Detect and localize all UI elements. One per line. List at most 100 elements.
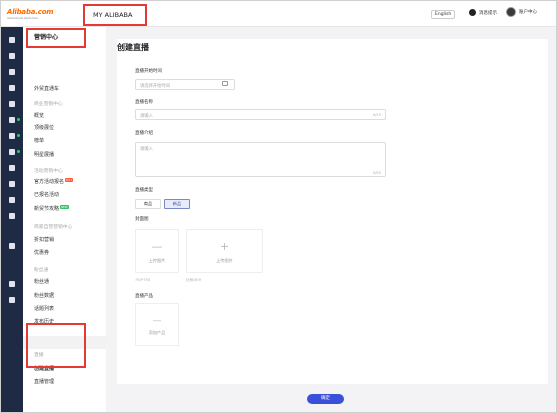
messages-label: 消息提示 — [479, 10, 497, 16]
sidebar-item-label: 明星展播 — [34, 152, 55, 158]
page-title: 创建直播 — [117, 43, 149, 52]
status-dot-icon — [17, 118, 20, 121]
start-time-label: 直播开始时间 — [135, 69, 162, 74]
add-product-button[interactable]: — 添加产品 — [135, 303, 179, 346]
sidebar-item-label: 商家自营营销中心 — [34, 225, 73, 230]
app-title[interactable]: MY ALIBABA — [83, 4, 147, 26]
type-option-product[interactable]: 商品 — [135, 199, 161, 209]
sidebar-item-label: 商业营销中心 — [34, 102, 63, 107]
settings-icon[interactable] — [9, 213, 15, 219]
minus-icon: — — [152, 316, 162, 326]
message-icon[interactable] — [9, 101, 15, 107]
sidebar-item-label: 已报名活动 — [34, 192, 60, 198]
user-label: 账户中心 — [519, 10, 537, 15]
status-dot-icon — [17, 134, 20, 137]
type-label: 直播类型 — [135, 188, 153, 193]
sidebar-item[interactable]: 折扣营销 — [34, 236, 54, 243]
logo-text: Alibaba.com — [7, 8, 54, 16]
sidebar: 营销中心 外贸直通车 商业营销中心 概览 顶级展位 榜单 明星展播 活动营销中心 官方活动报名… — [23, 27, 106, 412]
sidebar-item[interactable]: 明星展播 — [34, 151, 54, 158]
sidebar-item[interactable]: 粉丝通 — [34, 278, 49, 285]
sidebar-item[interactable]: 顶级展位 — [34, 124, 54, 131]
customer-icon[interactable] — [9, 133, 15, 139]
icon-rail — [1, 27, 23, 412]
sidebar-item[interactable]: 新贸节攻略 NEW — [34, 205, 69, 212]
sidebar-item-label: 活动营销中心 — [34, 169, 63, 174]
app-window: Alibaba.com Global trade starts here MY … — [0, 0, 557, 413]
intro-counter: 0/50 — [373, 171, 381, 175]
logo-tagline: Global trade starts here — [7, 16, 38, 20]
sidebar-item[interactable]: 话题列表 — [34, 305, 54, 312]
bell-icon — [469, 9, 476, 16]
order-icon[interactable] — [9, 85, 15, 91]
start-time-input[interactable]: 请选择开始时间 — [135, 79, 235, 90]
finance-icon[interactable] — [9, 165, 15, 171]
sidebar-item-label: 粉丝数据 — [34, 293, 55, 299]
sidebar-item-label: 粉丝通 — [34, 268, 49, 273]
live-section-highlight — [26, 323, 86, 368]
sidebar-item-label: 外贸直通车 — [34, 86, 60, 92]
product-label: 直播产品 — [135, 294, 153, 299]
sidebar-item-label: 粉丝通 — [34, 279, 50, 285]
type-option-new[interactable]: 新品 — [164, 199, 190, 209]
alibaba-logo[interactable]: Alibaba.com Global trade starts here — [7, 8, 54, 20]
sidebar-item-label: 官方活动报名 — [34, 179, 65, 185]
sidebar-item[interactable]: 优惠券 — [34, 249, 49, 256]
sidebar-item-label: 顶级展位 — [34, 125, 55, 131]
sidebar-item-label: 话题列表 — [34, 306, 55, 312]
start-time-placeholder: 请选择开始时间 — [140, 84, 171, 89]
name-input[interactable]: 请输入 — [135, 109, 386, 120]
sidebar-item-label: 榜单 — [34, 138, 45, 144]
sidebar-item[interactable]: 概览 — [34, 112, 44, 119]
upload-label: 上传图片 — [148, 258, 166, 263]
sidebar-item[interactable]: 粉丝数据 — [34, 292, 54, 299]
logistics-icon[interactable] — [9, 181, 15, 187]
intro-label: 直播介绍 — [135, 131, 153, 136]
home-icon[interactable] — [9, 37, 15, 43]
heart-icon[interactable] — [9, 281, 15, 287]
analytics-icon[interactable] — [9, 117, 15, 123]
add-product-label: 添加产品 — [148, 330, 166, 335]
store-icon[interactable] — [9, 53, 15, 59]
sidebar-item[interactable]: 直播管理 — [34, 378, 54, 385]
cover-upload-wide[interactable]: + 上传图片 — [186, 229, 263, 273]
sidebar-item-label: 直播管理 — [34, 379, 55, 385]
sidebar-title[interactable]: 营销中心 — [26, 28, 86, 48]
marketing-icon[interactable] — [9, 149, 15, 155]
messages-button[interactable]: 消息提示 — [469, 9, 497, 16]
name-counter: 0/15 — [373, 113, 381, 117]
user-menu[interactable]: 账户中心 — [506, 7, 537, 17]
status-dot-icon — [17, 150, 20, 153]
calendar-icon[interactable] — [222, 81, 228, 86]
cover-hint-wide: 比例16:9 — [186, 278, 201, 282]
product-icon[interactable] — [9, 69, 15, 75]
sidebar-item-label: 优惠券 — [34, 250, 50, 256]
cover-hint-square: 750*750 — [135, 278, 151, 282]
intro-textarea[interactable]: 请输入 — [135, 142, 386, 177]
sidebar-group-label: 商家自营营销中心 — [34, 223, 72, 230]
sidebar-item-label: 折扣营销 — [34, 237, 55, 243]
sidebar-group-label: 商业营销中心 — [34, 100, 63, 107]
box-icon[interactable] — [9, 297, 15, 303]
sidebar-item[interactable]: 榜单 — [34, 137, 44, 144]
sidebar-item-label: 新贸节攻略 — [34, 206, 60, 212]
confirm-button[interactable]: 确定 — [307, 394, 344, 404]
sidebar-item[interactable]: 外贸直通车 — [34, 85, 59, 92]
globe-icon[interactable] — [9, 197, 15, 203]
sidebar-item[interactable]: 官方活动报名 HOT — [34, 178, 74, 185]
badge-hot: HOT — [65, 178, 74, 182]
avatar — [506, 7, 516, 17]
name-label: 直播名称 — [135, 100, 153, 105]
sidebar-group-label: 活动营销中心 — [34, 167, 63, 174]
top-bar: Alibaba.com Global trade starts here MY … — [1, 1, 556, 27]
send-icon[interactable] — [9, 243, 15, 249]
name-placeholder: 请输入 — [140, 114, 153, 119]
sidebar-item[interactable]: 已报名活动 — [34, 191, 59, 198]
sidebar-group-label: 粉丝通 — [34, 266, 48, 273]
cover-upload-square[interactable]: — 上传图片 — [135, 229, 179, 273]
upload-label: 上传图片 — [216, 258, 233, 263]
language-selector[interactable]: English — [431, 10, 456, 19]
sidebar-item-label: 概览 — [34, 113, 45, 119]
badge-new: NEW — [60, 205, 69, 209]
form-card — [117, 39, 548, 384]
